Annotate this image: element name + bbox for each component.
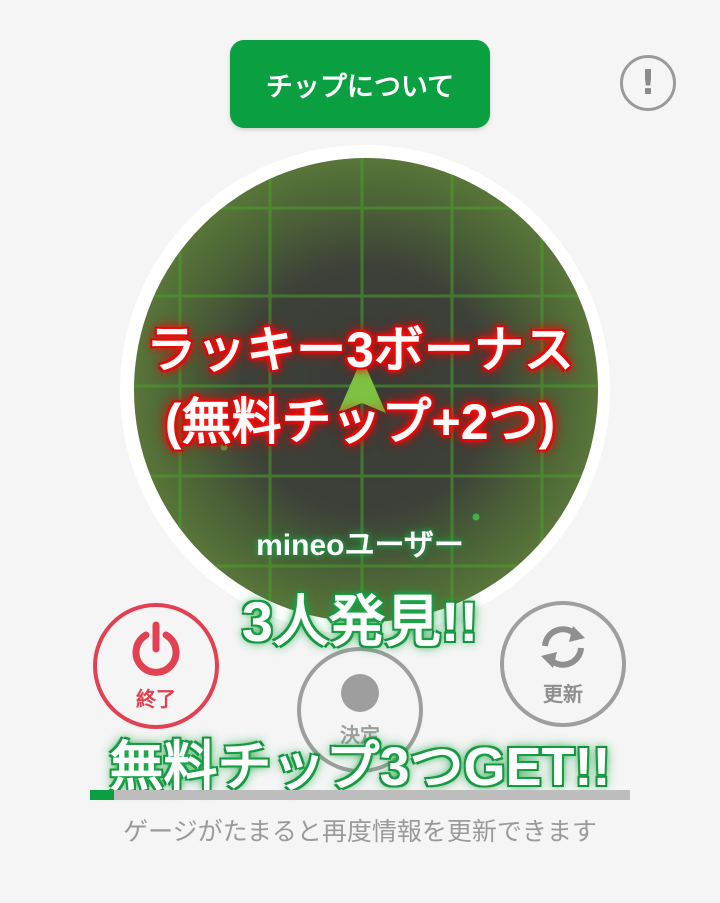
mineo-user-label: mineoユーザー [256,529,464,562]
record-dot-icon [340,673,380,717]
users-found-count: 3人発見!! [241,590,479,653]
lucky-bonus-detail: (無料チップ+2つ) [164,394,556,450]
chip-info-button[interactable]: チップについて [230,40,490,128]
end-button-label: 終了 [136,686,176,711]
refresh-gauge-fill [90,790,115,800]
chip-info-button-label: チップについて [265,71,455,103]
lucky-bonus-title: ラッキー3ボーナス [146,322,574,378]
refresh-button-label: 更新 [543,681,583,706]
refresh-gauge [90,790,630,800]
exclamation-circle-icon[interactable]: ! [620,55,676,111]
gauge-caption: ゲージがたまると再度情報を更新できます [123,817,597,846]
